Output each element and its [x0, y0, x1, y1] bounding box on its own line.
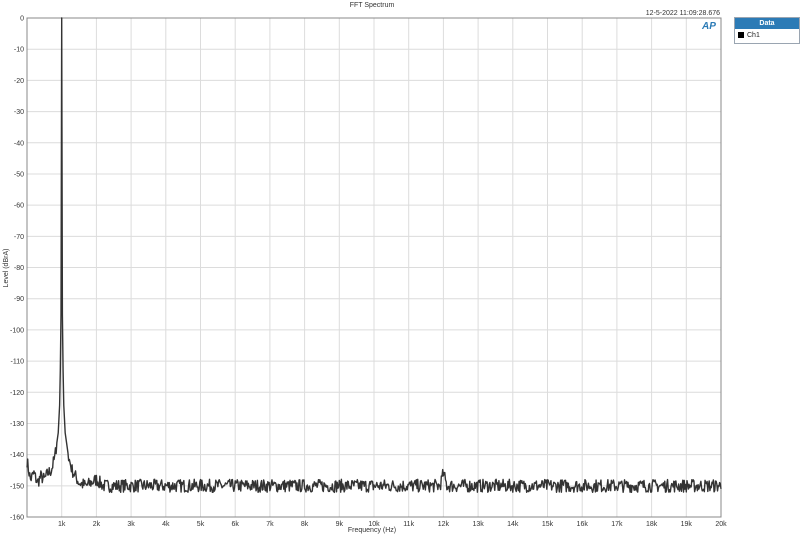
- y-tick-label: -30: [14, 109, 24, 116]
- y-tick-label: -110: [11, 359, 25, 366]
- y-tick-label: -40: [14, 140, 24, 147]
- y-tick-label: -20: [14, 78, 24, 85]
- timestamp: 12-5-2022 11:09:28.676: [646, 10, 720, 17]
- x-tick-label: 3k: [127, 521, 135, 528]
- legend-swatch-icon: [738, 32, 744, 38]
- y-tick-label: -70: [14, 234, 24, 241]
- x-tick-label: 1k: [58, 521, 66, 528]
- chart-grid: [27, 17, 722, 518]
- x-tick-label: 4k: [162, 521, 170, 528]
- x-tick-label: 16k: [577, 521, 589, 528]
- fft-spectrum-chart: 1k 2k 3k 4k 5k 6k 7k 8k 9k 10k 11k 12k 13k 14k 15k 16k 1…: [3, 2, 727, 534]
- legend-title: Data: [735, 18, 799, 29]
- x-tick-label: 17k: [611, 521, 623, 528]
- x-tick-label: 5k: [197, 521, 205, 528]
- x-tick-label: 7k: [266, 521, 274, 528]
- x-tick-label: 14k: [507, 521, 519, 528]
- y-axis-ticks: 0 -10 -20 -30 -40 -50 -60 -70 -80 -90 -100 -110 -120…: [10, 16, 24, 522]
- legend: Data Ch1: [734, 17, 800, 44]
- y-tick-label: -50: [14, 171, 24, 178]
- y-tick-label: -150: [10, 483, 24, 490]
- y-tick-label: -160: [10, 515, 24, 522]
- y-tick-label: 0: [20, 16, 24, 23]
- x-tick-label: 8k: [301, 521, 309, 528]
- x-tick-label: 18k: [646, 521, 658, 528]
- y-tick-label: -60: [14, 203, 24, 210]
- x-tick-label: 11k: [403, 521, 414, 528]
- y-tick-label: -100: [10, 327, 24, 334]
- chart-title: FFT Spectrum: [350, 2, 395, 9]
- legend-label: Ch1: [747, 31, 760, 39]
- x-tick-label: 6k: [231, 521, 239, 528]
- x-tick-label: 19k: [681, 521, 693, 528]
- y-tick-label: -80: [14, 265, 24, 272]
- x-tick-label: 9k: [336, 521, 344, 528]
- x-tick-label: 20k: [715, 521, 727, 528]
- y-tick-label: -140: [10, 452, 24, 459]
- x-tick-label: 13k: [472, 521, 484, 528]
- x-tick-label: 15k: [542, 521, 554, 528]
- ap-logo-icon: AP: [702, 21, 716, 32]
- y-tick-label: -10: [14, 47, 24, 54]
- y-axis-label: Level (dBrA): [3, 249, 10, 288]
- y-tick-label: -130: [10, 421, 24, 428]
- x-tick-label: 12k: [438, 521, 450, 528]
- x-tick-label: 2k: [93, 521, 101, 528]
- y-tick-label: -120: [10, 390, 24, 397]
- x-axis-label: Frequency (Hz): [348, 527, 396, 534]
- y-tick-label: -90: [14, 296, 24, 303]
- legend-item-ch1[interactable]: Ch1: [735, 29, 799, 41]
